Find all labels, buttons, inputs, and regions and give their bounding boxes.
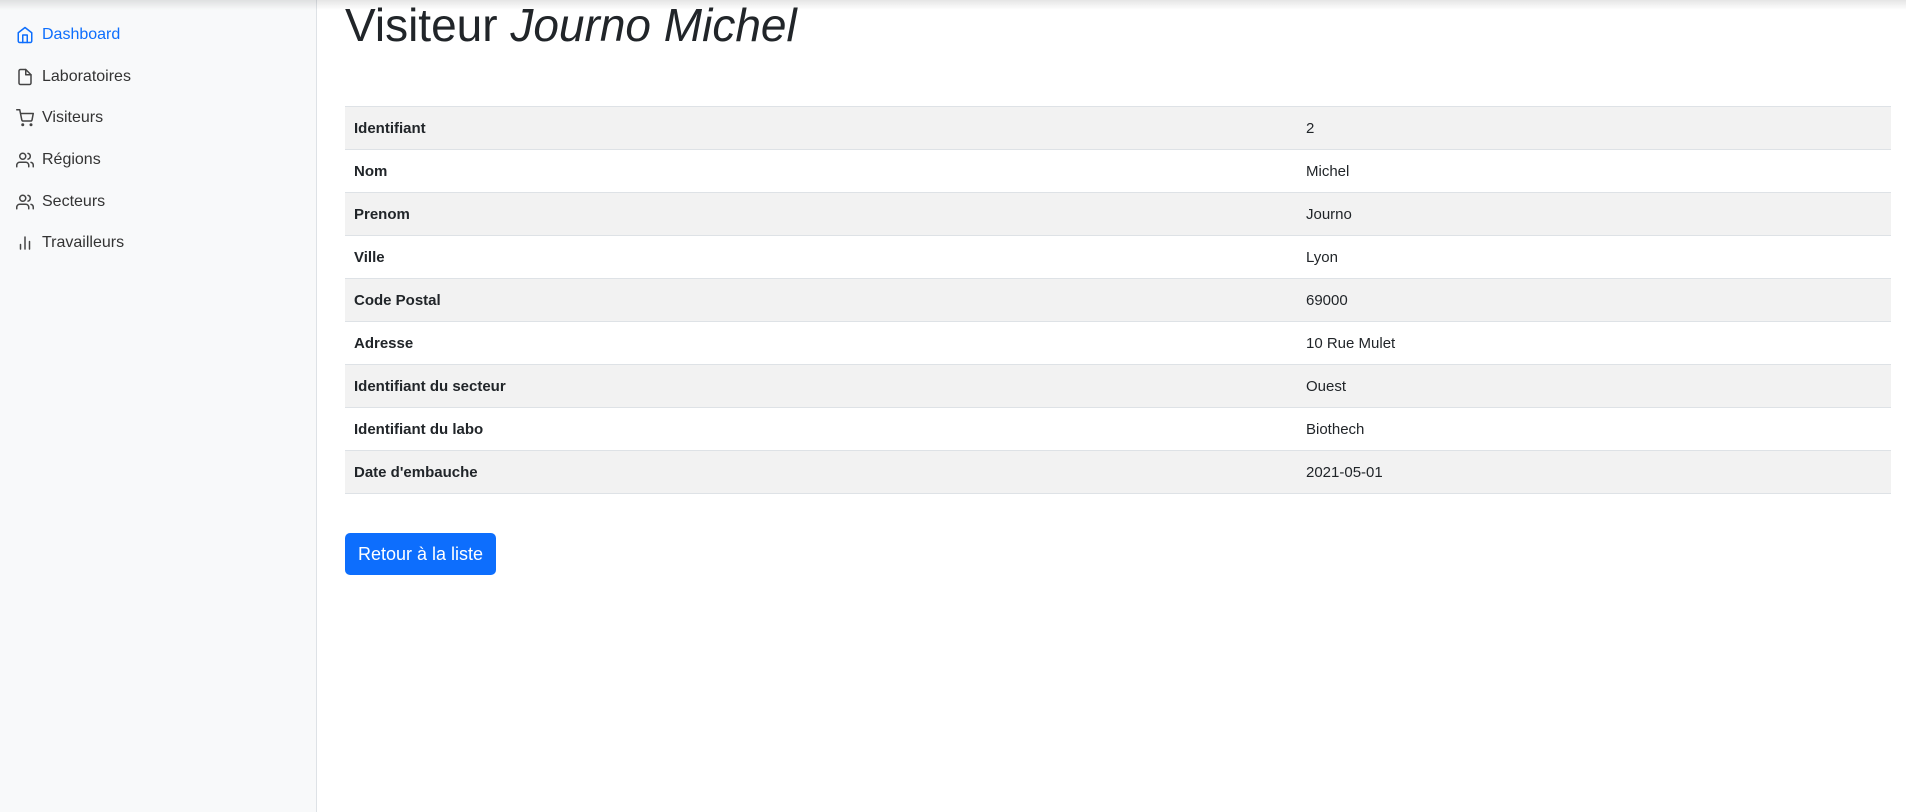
row-value: Michel [1297,149,1891,193]
bar-chart-icon [16,234,34,252]
row-value: 69000 [1297,278,1891,322]
table-row: Code Postal 69000 [345,278,1891,322]
row-label: Identifiant [345,106,1297,150]
row-label: Identifiant du secteur [345,364,1297,408]
row-value: Ouest [1297,364,1891,408]
home-icon [16,26,34,44]
sidebar-item-regions[interactable]: Régions [0,142,316,178]
back-to-list-button[interactable]: Retour à la liste [345,533,496,575]
table-row: Nom Michel [345,149,1891,193]
page-title-name: Journo Michel [510,0,797,51]
sidebar-item-secteurs[interactable]: Secteurs [0,184,316,220]
sidebar-item-label: Secteurs [42,193,106,210]
sidebar-item-label: Visiteurs [42,109,104,126]
table-row: Prenom Journo [345,192,1891,236]
row-label: Code Postal [345,278,1297,322]
sidebar-item-label: Laboratoires [42,68,131,85]
row-value: 2 [1297,106,1891,150]
file-icon [16,68,34,86]
users-icon [16,151,34,169]
sidebar-item-laboratoires[interactable]: Laboratoires [0,59,316,95]
sidebar-item-travailleurs[interactable]: Travailleurs [0,225,316,261]
table-row: Adresse 10 Rue Mulet [345,321,1891,365]
sidebar-item-label: Dashboard [42,26,121,43]
sidebar: Dashboard Laboratoires Visiteurs Régions [0,0,317,812]
sidebar-item-visiteurs[interactable]: Visiteurs [0,100,316,136]
table-row: Date d'embauche 2021-05-01 [345,450,1891,494]
page-title: Visiteur Journo Michel [345,0,797,50]
row-value: Biothech [1297,407,1891,451]
users-icon [16,193,34,211]
row-value: Journo [1297,192,1891,236]
page-title-prefix: Visiteur [345,0,498,51]
row-value: 10 Rue Mulet [1297,321,1891,365]
main-content: Visiteur Journo Michel Identifiant 2 Nom… [345,0,1891,812]
row-label: Nom [345,149,1297,193]
app-layout: Dashboard Laboratoires Visiteurs Régions [0,0,1906,812]
row-label: Prenom [345,192,1297,236]
table-row: Identifiant 2 [345,106,1891,150]
row-value: 2021-05-01 [1297,450,1891,494]
row-value: Lyon [1297,235,1891,279]
details-table: Identifiant 2 Nom Michel Prenom Journo V… [345,106,1891,494]
table-row: Identifiant du labo Biothech [345,407,1891,451]
row-label: Identifiant du labo [345,407,1297,451]
sidebar-item-label: Travailleurs [42,234,125,251]
row-label: Date d'embauche [345,450,1297,494]
row-label: Ville [345,235,1297,279]
sidebar-item-dashboard[interactable]: Dashboard [0,17,316,53]
table-row: Identifiant du secteur Ouest [345,364,1891,408]
table-row: Ville Lyon [345,235,1891,279]
row-label: Adresse [345,321,1297,365]
sidebar-item-label: Régions [42,151,101,168]
shopping-cart-icon [16,109,34,127]
